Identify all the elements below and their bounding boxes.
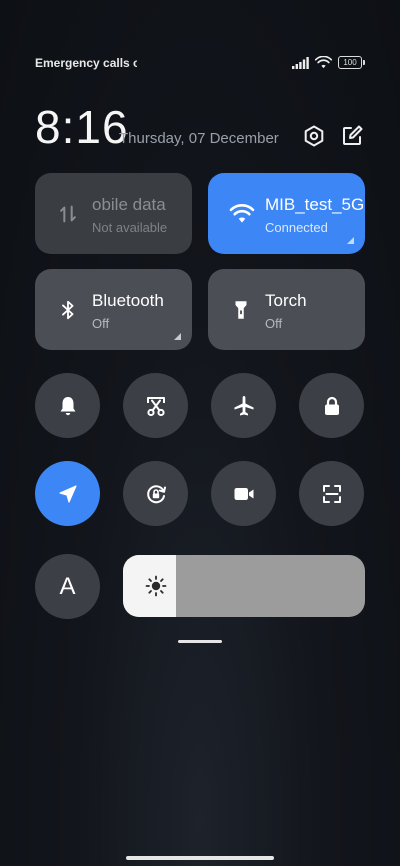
wifi-tile[interactable]: MIB_test_5G Connected (208, 173, 365, 254)
screenshot-toggle[interactable] (123, 373, 188, 438)
bluetooth-tile[interactable]: Bluetooth Off (35, 269, 192, 350)
torch-icon (235, 300, 247, 319)
battery-icon: 100 (338, 56, 365, 69)
status-icons: 100 (292, 56, 365, 69)
location-toggle[interactable] (35, 461, 100, 526)
airplane-icon (234, 395, 253, 415)
mobile-data-tile[interactable]: obile data Not available (35, 173, 192, 254)
brightness-slider[interactable] (123, 555, 365, 617)
settings-button[interactable] (302, 124, 326, 148)
edit-icon (343, 125, 363, 145)
bluetooth-title: Bluetooth (92, 291, 164, 310)
scissors-screenshot-icon (146, 396, 165, 416)
wifi-icon (229, 203, 255, 223)
home-indicator[interactable] (126, 856, 274, 860)
mobile-data-arrows-icon (60, 205, 76, 222)
bluetooth-status: Off (92, 316, 110, 331)
rotation-lock-icon (146, 484, 166, 503)
torch-title: Torch (265, 291, 307, 310)
bluetooth-expand-indicator[interactable] (174, 333, 181, 340)
edit-button[interactable] (340, 124, 364, 148)
lock-screen-toggle[interactable] (299, 373, 364, 438)
lock-icon (324, 396, 339, 415)
auto-brightness-label: A (59, 572, 76, 600)
auto-brightness-toggle[interactable]: A (35, 554, 100, 619)
wifi-status: Connected (265, 220, 328, 235)
panel-drag-handle[interactable] (178, 640, 222, 643)
wifi-network-name: MIB_test_5G (265, 195, 365, 214)
notification-bell-toggle[interactable] (35, 373, 100, 438)
torch-status: Off (265, 316, 283, 331)
video-camera-icon (234, 487, 253, 500)
scanner-toggle[interactable] (299, 461, 364, 526)
date-text[interactable]: Thursday, 07 December (119, 130, 279, 147)
signal-icon (292, 56, 309, 69)
mobile-data-status: Not available (92, 220, 168, 235)
wifi-expand-indicator[interactable] (347, 237, 354, 244)
status-bar: Emergency calls o 100 (35, 56, 365, 72)
rotation-lock-toggle[interactable] (123, 461, 188, 526)
settings-hexagon-icon (304, 125, 324, 147)
screen-recorder-toggle[interactable] (211, 461, 276, 526)
scan-icon (322, 484, 341, 503)
sun-icon (145, 575, 167, 597)
bluetooth-icon (62, 300, 74, 319)
airplane-mode-toggle[interactable] (211, 373, 276, 438)
torch-tile[interactable]: Torch Off (208, 269, 365, 350)
wifi-status-icon (315, 56, 332, 69)
mobile-data-title: obile data (92, 195, 166, 214)
carrier-text: Emergency calls o (35, 56, 137, 70)
location-arrow-icon (58, 484, 77, 503)
clock-time[interactable]: 8:16 (35, 101, 129, 153)
bell-icon (60, 396, 75, 415)
